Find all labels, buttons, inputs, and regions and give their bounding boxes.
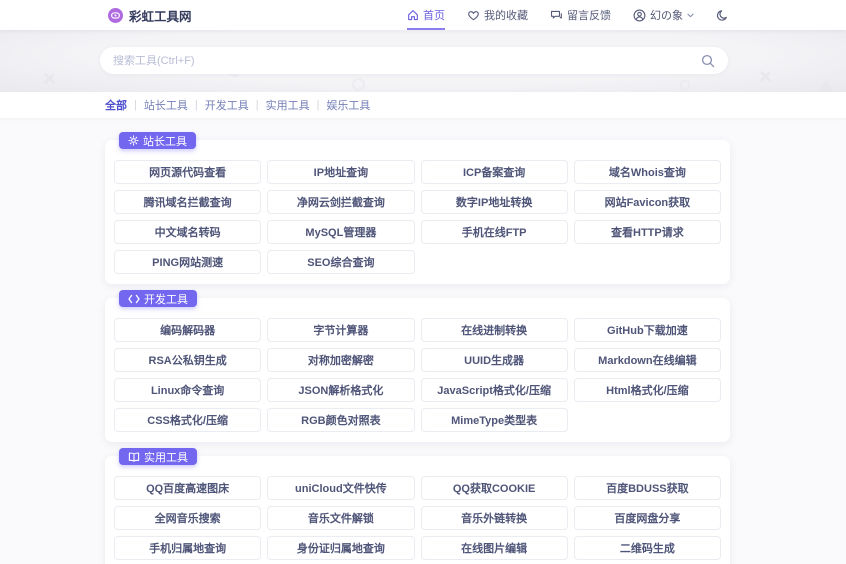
tool-button[interactable]: JavaScript格式化/压缩 xyxy=(420,378,568,402)
heart-icon xyxy=(467,9,480,21)
nav-item-label: 留言反馈 xyxy=(567,10,611,22)
tool-button[interactable]: MimeType类型表 xyxy=(420,408,568,432)
tool-button[interactable]: Linux命令查询 xyxy=(114,378,262,402)
tool-button[interactable]: 手机在线FTP xyxy=(420,220,568,244)
tool-button[interactable]: 编码解码器 xyxy=(114,318,262,342)
tool-button[interactable]: 百度网盘分享 xyxy=(573,506,721,530)
filter-separator: | xyxy=(134,99,137,111)
section-title: 开发工具 xyxy=(144,293,188,306)
nav-item-favorites[interactable]: 我的收藏 xyxy=(467,0,528,30)
tool-button[interactable]: QQ百度高速图床 xyxy=(114,476,262,500)
tool-button[interactable]: UUID生成器 xyxy=(420,348,568,372)
filter-webmaster[interactable]: 站长工具 xyxy=(144,97,188,113)
tool-button[interactable]: 字节计算器 xyxy=(267,318,415,342)
tool-button[interactable]: ICP备案查询 xyxy=(420,160,568,184)
tool-button[interactable]: 净网云剑拦截查询 xyxy=(267,190,415,214)
filter-all[interactable]: 全部 xyxy=(105,97,127,113)
search-bar xyxy=(100,47,728,74)
header: 彩虹工具网 首页 我的收藏 留言反馈 幻の象 xyxy=(0,0,846,30)
tool-button[interactable]: 百度BDUSS获取 xyxy=(573,476,721,500)
tool-button[interactable]: QQ获取COOKIE xyxy=(420,476,568,500)
search-banner xyxy=(0,30,846,92)
filter-entertainment[interactable]: 娱乐工具 xyxy=(326,97,370,113)
username: 幻の象 xyxy=(650,10,683,22)
filter-practical[interactable]: 实用工具 xyxy=(266,97,310,113)
tool-button[interactable]: 身份证归属地查询 xyxy=(267,536,415,560)
section-title: 实用工具 xyxy=(144,451,188,464)
decor-x-shape xyxy=(42,72,55,85)
nav-item-label: 首页 xyxy=(423,10,445,22)
tool-button[interactable]: 网页源代码查看 xyxy=(114,160,262,184)
filter-separator: | xyxy=(194,99,198,111)
tool-button[interactable]: GitHub下载加速 xyxy=(573,318,721,342)
chevron-down-icon xyxy=(687,13,694,18)
tool-button[interactable]: 对称加密解密 xyxy=(267,348,415,372)
tool-button[interactable]: SEO综合查询 xyxy=(267,250,415,274)
section-title: 站长工具 xyxy=(143,135,187,148)
tool-button[interactable]: PING网站测速 xyxy=(114,250,262,274)
tool-button[interactable]: MySQL管理器 xyxy=(267,220,415,244)
tool-grid: 网页源代码查看 IP地址查询 ICP备案查询 域名Whois查询腾讯域名拦截查询 净网云… xyxy=(114,160,721,274)
filter-dev[interactable]: 开发工具 xyxy=(205,97,249,113)
tool-button[interactable]: 中文域名转码 xyxy=(114,220,262,244)
header-nav: 首页 我的收藏 留言反馈 幻の象 xyxy=(407,0,728,30)
tool-button[interactable]: CSS格式化/压缩 xyxy=(114,408,262,432)
tool-section: 开发工具编码解码器 字节计算器 在线进制转换 GitHub下载加速 RSA公私钥生成 对称… xyxy=(105,290,730,442)
tool-section: 实用工具 QQ百度高速图床 uniCloud文件快传 QQ获取COOKIE 百度BDUS… xyxy=(105,448,730,564)
filter-separator: | xyxy=(316,99,320,111)
gear-icon xyxy=(128,135,139,146)
code-icon xyxy=(128,294,140,304)
site-title: 彩虹工具网 xyxy=(129,9,192,24)
search-input[interactable] xyxy=(113,54,701,67)
avatar-icon xyxy=(633,9,646,22)
tool-button[interactable]: JSON解析格式化 xyxy=(267,378,415,402)
tool-button[interactable]: 全网音乐搜索 xyxy=(114,506,262,530)
tool-button[interactable]: RSA公私钥生成 xyxy=(114,348,262,372)
home-icon xyxy=(407,9,419,21)
section-badge: 站长工具 xyxy=(119,132,196,149)
user-menu[interactable]: 幻の象 xyxy=(633,7,694,23)
tool-button[interactable]: 查看HTTP请求 xyxy=(573,220,721,244)
tool-button[interactable]: 在线图片编辑 xyxy=(420,536,568,560)
section-badge: 开发工具 xyxy=(119,290,197,307)
tool-button[interactable]: 音乐外链转换 xyxy=(420,506,568,530)
tool-button[interactable]: RGB颜色对照表 xyxy=(267,408,415,432)
chat-icon xyxy=(550,9,563,21)
category-filter: 全部 | 站长工具 | 开发工具 | 实用工具 | 娱乐工具 xyxy=(0,92,846,118)
tool-button[interactable]: uniCloud文件快传 xyxy=(267,476,415,500)
section-badge: 实用工具 xyxy=(119,448,197,465)
tool-button[interactable]: 网站Favicon获取 xyxy=(573,190,721,214)
search-icon[interactable] xyxy=(701,54,715,68)
sections: 站长工具网页源代码查看 IP地址查询 ICP备案查询 域名Whois查询腾讯域名拦截查… xyxy=(0,132,846,564)
tool-grid: 编码解码器 字节计算器 在线进制转换 GitHub下载加速 RSA公私钥生成 对称加密解密… xyxy=(114,318,721,432)
dark-mode-toggle[interactable] xyxy=(716,9,728,22)
tool-button[interactable]: 在线进制转换 xyxy=(420,318,568,342)
tool-section: 站长工具网页源代码查看 IP地址查询 ICP备案查询 域名Whois查询腾讯域名拦截查… xyxy=(105,132,730,284)
nav-item-feedback[interactable]: 留言反馈 xyxy=(550,0,611,30)
tool-button[interactable]: 数字IP地址转换 xyxy=(420,190,568,214)
tool-button[interactable]: 二维码生成 xyxy=(573,536,721,560)
decor-circle-shape xyxy=(352,78,365,91)
decor-triangle-shape xyxy=(818,80,834,92)
tool-button[interactable]: 手机归属地查询 xyxy=(114,536,262,560)
logo[interactable]: 彩虹工具网 xyxy=(108,6,192,25)
tool-button[interactable]: Markdown在线编辑 xyxy=(573,348,721,372)
tool-button[interactable]: 域名Whois查询 xyxy=(573,160,721,184)
logo-icon xyxy=(108,7,123,23)
moon-icon xyxy=(716,9,728,22)
tool-grid: QQ百度高速图床 uniCloud文件快传 QQ获取COOKIE 百度BDUSS获取全… xyxy=(114,476,721,564)
nav-item-label: 我的收藏 xyxy=(484,10,528,22)
decor-x-shape xyxy=(758,70,771,83)
tool-button[interactable]: Html格式化/压缩 xyxy=(573,378,721,402)
nav-item-home[interactable]: 首页 xyxy=(407,0,445,30)
tool-button[interactable]: IP地址查询 xyxy=(267,160,415,184)
book-icon xyxy=(128,452,140,462)
decor-square-shape xyxy=(679,79,691,91)
tool-button[interactable]: 音乐文件解锁 xyxy=(267,506,415,530)
tool-button[interactable]: 腾讯域名拦截查询 xyxy=(114,190,262,214)
filter-separator: | xyxy=(255,99,259,111)
